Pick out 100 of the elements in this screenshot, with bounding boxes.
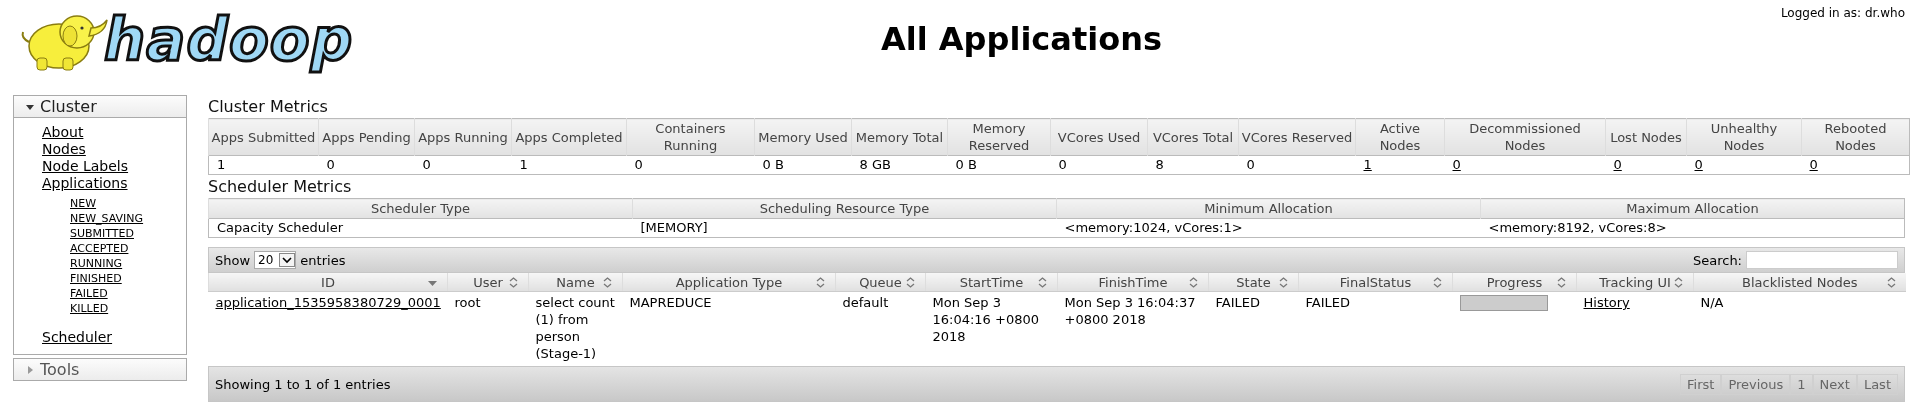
metric-link[interactable]: 0 xyxy=(1613,157,1622,172)
column-header: Apps Completed xyxy=(511,118,627,156)
sort-icon xyxy=(509,277,518,288)
column-header: Maximum Allocation xyxy=(1480,198,1905,219)
table-cell: FAILED xyxy=(1305,295,1350,310)
metric-value: 1 xyxy=(217,157,226,172)
column-header[interactable]: Progress xyxy=(1452,273,1577,292)
column-header: VCores Used xyxy=(1050,118,1148,156)
sidebar-link[interactable]: Scheduler xyxy=(42,329,113,346)
sidebar-link[interactable]: RUNNING xyxy=(70,256,123,271)
metric-value: 1 xyxy=(519,157,528,172)
metric-value: 0 xyxy=(422,157,431,172)
column-header[interactable]: FinalStatus xyxy=(1298,273,1453,292)
metric-link[interactable]: 0 xyxy=(1809,157,1818,172)
entries-label: entries xyxy=(300,252,346,268)
sidebar-link[interactable]: SUBMITTED xyxy=(70,226,134,241)
column-header[interactable]: Name xyxy=(528,273,623,292)
page-title: All Applications xyxy=(881,20,1162,58)
expand-arrow-icon xyxy=(26,365,34,374)
sidebar-link[interactable]: Nodes xyxy=(42,141,86,158)
section-title: Cluster Metrics xyxy=(208,97,329,116)
sidebar-link[interactable]: NEW xyxy=(70,196,97,211)
sort-icon xyxy=(1557,277,1566,288)
sort-icon xyxy=(1433,277,1442,288)
table-cell: Capacity Scheduler xyxy=(217,220,344,235)
sidebar-link[interactable]: KILLED xyxy=(70,301,109,316)
column-header[interactable]: Blacklisted Nodes xyxy=(1693,273,1906,292)
column-header: Rebooted Nodes xyxy=(1801,118,1910,156)
sidebar-section-header[interactable]: Cluster xyxy=(14,96,186,118)
column-header: Containers Running xyxy=(626,118,755,156)
search-field[interactable] xyxy=(1746,251,1898,269)
table-info: Showing 1 to 1 of 1 entries xyxy=(215,376,391,392)
column-header: Scheduler Type xyxy=(208,198,633,219)
sidebar-link[interactable]: FAILED xyxy=(70,286,108,301)
metric-value: 0 B xyxy=(955,157,977,172)
column-header: VCores Reserved xyxy=(1238,118,1356,156)
column-header: Memory Total xyxy=(851,118,948,156)
column-header[interactable]: Tracking UI xyxy=(1576,273,1694,292)
sort-icon xyxy=(1674,277,1683,288)
table-cell: default xyxy=(842,295,889,310)
column-header: VCores Total xyxy=(1147,118,1239,156)
column-header: Memory Reserved xyxy=(947,118,1051,156)
dropdown-icon xyxy=(279,253,296,267)
column-header[interactable]: StartTime xyxy=(925,273,1058,292)
table-cell: N/A xyxy=(1700,295,1724,310)
column-header: Lost Nodes xyxy=(1605,118,1687,156)
login-status: Logged in as: dr.who xyxy=(1780,6,1905,20)
page-size-select[interactable]: 20 xyxy=(254,251,297,269)
table-link[interactable]: History xyxy=(1583,295,1630,310)
sidebar-link[interactable]: Applications xyxy=(42,175,128,192)
table-cell: <memory:8192, vCores:8> xyxy=(1488,220,1667,235)
sidebar-link[interactable]: FINISHED xyxy=(70,271,122,286)
column-header: Active Nodes xyxy=(1355,118,1445,156)
sort-icon xyxy=(603,277,612,288)
table-cell: FAILED xyxy=(1215,295,1260,310)
column-header[interactable]: Queue xyxy=(835,273,926,292)
table-cell: Mon Sep 3 16:04:37 +0800 2018 xyxy=(1064,295,1196,327)
metric-link[interactable]: 1 xyxy=(1363,157,1372,172)
table-cell: Mon Sep 3 16:04:16 +0800 2018 xyxy=(932,295,1039,344)
column-header[interactable]: FinishTime xyxy=(1057,273,1209,292)
column-header: Minimum Allocation xyxy=(1056,198,1481,219)
sidebar-link[interactable]: ACCEPTED xyxy=(70,241,129,256)
column-header[interactable]: User xyxy=(447,273,529,292)
search-label: Search: xyxy=(1692,252,1742,268)
metric-value: 8 xyxy=(1155,157,1164,172)
sidebar-link[interactable]: About xyxy=(42,124,84,141)
column-header[interactable]: Application Type xyxy=(622,273,836,292)
column-header: Decommissioned Nodes xyxy=(1444,118,1606,156)
sidebar-section-header[interactable]: Tools xyxy=(14,359,186,380)
sidebar-link[interactable]: NEW_SAVING xyxy=(70,211,144,226)
show-label: Show xyxy=(215,252,251,268)
column-header[interactable]: ID xyxy=(208,273,448,292)
metric-value: 0 xyxy=(1246,157,1255,172)
column-header: Memory Used xyxy=(754,118,852,156)
column-header[interactable]: State xyxy=(1208,273,1299,292)
metric-value: 0 xyxy=(326,157,335,172)
table-cell: select count (1) from person (Stage-1) xyxy=(535,295,615,361)
metric-link[interactable]: 0 xyxy=(1694,157,1703,172)
metric-value: 0 xyxy=(1058,157,1067,172)
sort-icon xyxy=(906,277,915,288)
table-cell: <memory:1024, vCores:1> xyxy=(1064,220,1243,235)
section-title: Scheduler Metrics xyxy=(208,177,353,196)
table-cell: root xyxy=(454,295,481,310)
sort-icon xyxy=(1189,277,1198,288)
sidebar-link[interactable]: Node Labels xyxy=(42,158,129,175)
table-cell: MAPREDUCE xyxy=(629,295,712,310)
collapse-arrow-icon xyxy=(26,102,34,111)
metric-link[interactable]: 0 xyxy=(1452,157,1461,172)
column-header: Apps Pending xyxy=(318,118,415,156)
metric-value: 0 B xyxy=(762,157,784,172)
sort-icon xyxy=(816,277,825,288)
column-header: Apps Submitted xyxy=(208,118,319,156)
table-link[interactable]: application_1535958380729_0001 xyxy=(215,295,441,310)
table-cell: [MEMORY] xyxy=(640,220,708,235)
metric-value: 0 xyxy=(634,157,643,172)
sort-icon xyxy=(1038,277,1047,288)
sort-icon xyxy=(1886,277,1896,288)
column-header: Unhealthy Nodes xyxy=(1686,118,1802,156)
column-header: Apps Running xyxy=(414,118,512,156)
sort-icon xyxy=(1279,277,1288,288)
